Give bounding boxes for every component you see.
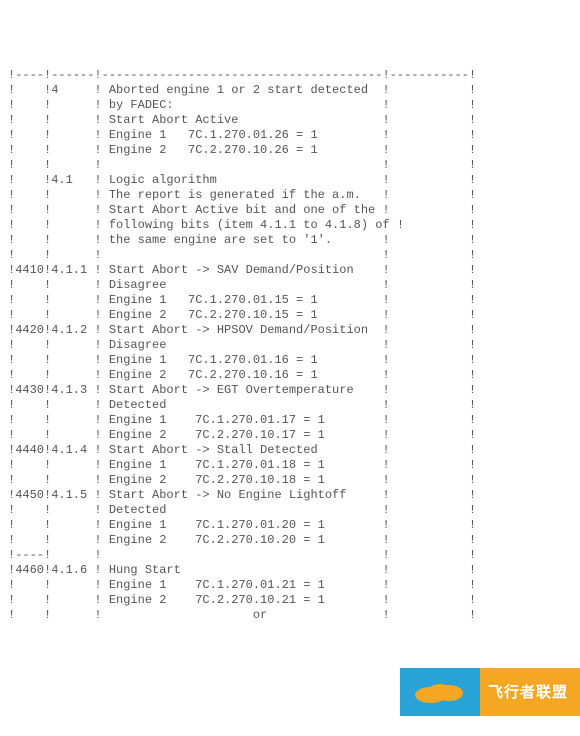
banner-logo-blue	[400, 668, 480, 716]
cloud-icon	[413, 681, 467, 703]
banner-label: 飞行者联盟	[480, 668, 580, 716]
watermark-banner: 飞行者联盟	[400, 668, 580, 716]
document-text: !----!------!---------------------------…	[8, 68, 572, 623]
